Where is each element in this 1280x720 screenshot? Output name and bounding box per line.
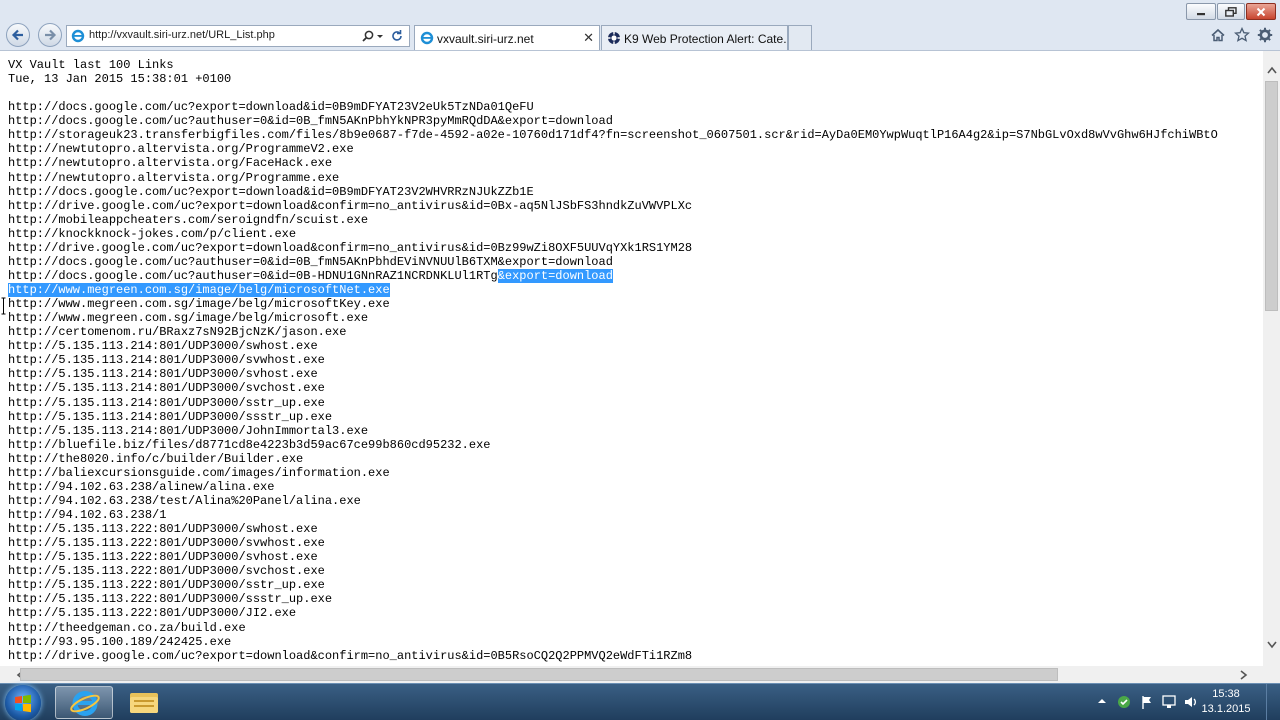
minimize-icon — [1197, 12, 1205, 15]
url-line: http://www.megreen.com.sg/image/belg/mic… — [8, 297, 390, 312]
scroll-right-arrow-icon[interactable] — [1240, 670, 1248, 680]
action-center-flag-icon[interactable] — [1139, 694, 1155, 710]
selected-text: &export=download — [497, 268, 613, 283]
url-line: http://93.95.100.189/242425.exe — [8, 634, 232, 649]
new-tab-button[interactable] — [788, 25, 812, 50]
internet-explorer-icon — [70, 691, 100, 716]
scrollbar-corner — [1263, 666, 1280, 683]
url-line: http://bluefile.biz/files/d8771cd8e4223b… — [8, 437, 491, 452]
url-line: http://docs.google.com/uc?authuser=0&id=… — [8, 254, 613, 269]
text-cursor-icon — [1, 297, 6, 315]
url-line: http://www.megreen.com.sg/image/belg/mic… — [8, 311, 369, 326]
clock-date: 13.1.2015 — [1201, 703, 1251, 715]
home-icon[interactable] — [1210, 27, 1226, 43]
tab-label: K9 Web Protection Alert: Cate... — [624, 32, 788, 46]
gear-icon[interactable] — [1257, 27, 1273, 43]
tab-k9-alert[interactable]: K9 Web Protection Alert: Cate... — [601, 25, 788, 50]
start-button[interactable] — [5, 685, 41, 720]
security-shield-icon[interactable] — [1116, 694, 1132, 710]
taskbar: 15:38 13.1.2015 — [0, 683, 1280, 720]
url-lines-before: http://docs.google.com/uc?export=downloa… — [8, 100, 1218, 269]
url-line: http://knockknock-jokes.com/p/client.exe — [8, 226, 297, 241]
url-line: http://5.135.113.222:801/UDP3000/svhost.… — [8, 550, 318, 565]
url-line: http://5.135.113.214:801/UDP3000/svwhost… — [8, 353, 325, 368]
browser-chrome: http://vxvault.siri-urz.net/URL_List.php… — [0, 0, 1280, 51]
url-line: http://docs.google.com/uc?export=downloa… — [8, 184, 534, 199]
url-line: http://mobileappcheaters.com/seroigndfn/… — [8, 212, 369, 227]
forward-button[interactable] — [38, 23, 62, 47]
url-line: http://5.135.113.222:801/UDP3000/ssstr_u… — [8, 592, 333, 607]
timestamp: Tue, 13 Jan 2015 15:38:01 +0100 — [8, 72, 232, 87]
url-line: http://5.135.113.214:801/UDP3000/svchost… — [8, 381, 325, 396]
close-icon — [1256, 7, 1266, 16]
url-line: http://docs.google.com/uc?export=downloa… — [8, 100, 534, 115]
selected-url-line: http://www.megreen.com.sg/image/belg/mic… — [8, 283, 390, 297]
url-line: http://94.102.63.238/1 — [8, 508, 167, 522]
scroll-down-arrow-icon[interactable] — [1267, 641, 1277, 649]
url-line: http://5.135.113.222:801/UDP3000/sstr_up… — [8, 578, 325, 593]
url-lines-after: http://www.megreen.com.sg/image/belg/mic… — [8, 297, 692, 663]
star-icon[interactable] — [1234, 27, 1250, 43]
url-line: http://5.135.113.222:801/UDP3000/swhost.… — [8, 522, 318, 537]
url-line: http://94.102.63.238/test/Alina%20Panel/… — [8, 493, 361, 508]
url-line: http://5.135.113.214:801/UDP3000/swhost.… — [8, 339, 318, 354]
url-line: http://newtutopro.altervista.org/FaceHac… — [8, 156, 333, 171]
ie-page-icon — [71, 29, 85, 43]
close-tab-icon[interactable]: ✕ — [583, 30, 594, 46]
clock-time: 15:38 — [1212, 688, 1240, 700]
partial-url-line: http://docs.google.com/uc?authuser=0&id=… — [8, 268, 498, 283]
url-list-text: VX Vault last 100 Links Tue, 13 Jan 2015… — [8, 58, 1218, 663]
restore-icon — [1225, 6, 1237, 17]
tab-label: vxvault.siri-urz.net — [437, 32, 534, 46]
page-heading: VX Vault last 100 Links — [8, 58, 174, 72]
url-line: http://94.102.63.238/alinew/alina.exe — [8, 479, 275, 494]
back-arrow-icon — [11, 29, 23, 41]
url-line: http://newtutopro.altervista.org/Program… — [8, 142, 354, 157]
minimize-button[interactable] — [1186, 3, 1216, 20]
address-bar[interactable]: http://vxvault.siri-urz.net/URL_List.php — [66, 25, 410, 47]
folder-icon — [130, 693, 158, 713]
url-line: http://drive.google.com/uc?export=downlo… — [8, 198, 693, 213]
url-line: http://5.135.113.214:801/UDP3000/JohnImm… — [8, 423, 369, 438]
url-line: http://certomenom.ru/BRaxz7sN92BjcNzK/ja… — [8, 325, 347, 340]
url-line: http://5.135.113.222:801/UDP3000/JI2.exe — [8, 606, 297, 621]
vertical-scroll-thumb[interactable] — [1265, 81, 1278, 311]
address-url[interactable]: http://vxvault.siri-urz.net/URL_List.php — [89, 29, 275, 41]
system-clock[interactable]: 15:38 13.1.2015 — [1196, 687, 1256, 717]
show-desktop-button[interactable] — [1266, 684, 1280, 720]
tab-vxvault[interactable]: vxvault.siri-urz.net ✕ — [414, 25, 600, 50]
page-content: VX Vault last 100 Links Tue, 13 Jan 2015… — [0, 51, 1263, 666]
scroll-up-arrow-icon[interactable] — [1267, 66, 1277, 74]
url-line: http://5.135.113.222:801/UDP3000/svwhost… — [8, 536, 325, 551]
url-line: http://docs.google.com/uc?authuser=0&id=… — [8, 114, 613, 129]
show-hidden-icons-icon[interactable] — [1097, 694, 1107, 708]
url-line: http://drive.google.com/uc?export=downlo… — [8, 240, 693, 255]
windows-logo-icon — [15, 694, 31, 713]
horizontal-scroll-thumb[interactable] — [20, 668, 1058, 681]
url-line: http://theedgeman.co.za/build.exe — [8, 620, 246, 635]
back-button[interactable] — [6, 23, 30, 47]
url-line: http://storageuk23.transferbigfiles.com/… — [8, 128, 1218, 143]
k9-shield-icon — [607, 31, 621, 45]
taskbar-internet-explorer[interactable] — [55, 686, 113, 719]
url-line: http://the8020.info/c/builder/Builder.ex… — [8, 451, 304, 466]
close-window-button[interactable] — [1246, 3, 1276, 20]
network-icon[interactable] — [1161, 694, 1177, 710]
url-line: http://5.135.113.222:801/UDP3000/svchost… — [8, 564, 325, 579]
dropdown-arrow-icon[interactable] — [376, 29, 384, 43]
restore-button[interactable] — [1217, 3, 1245, 20]
refresh-icon[interactable] — [390, 29, 404, 43]
search-icon[interactable] — [361, 29, 375, 43]
url-line: http://5.135.113.214:801/UDP3000/sstr_up… — [8, 395, 325, 410]
forward-arrow-icon — [45, 29, 57, 41]
taskbar-file-explorer[interactable] — [115, 686, 173, 719]
url-line: http://newtutopro.altervista.org/Program… — [8, 170, 340, 185]
url-line: http://drive.google.com/uc?export=downlo… — [8, 648, 693, 663]
url-line: http://5.135.113.214:801/UDP3000/svhost.… — [8, 367, 318, 382]
ie-page-icon — [420, 31, 434, 45]
url-line: http://5.135.113.214:801/UDP3000/ssstr_u… — [8, 409, 333, 424]
url-line: http://baliexcursionsguide.com/images/in… — [8, 465, 390, 480]
